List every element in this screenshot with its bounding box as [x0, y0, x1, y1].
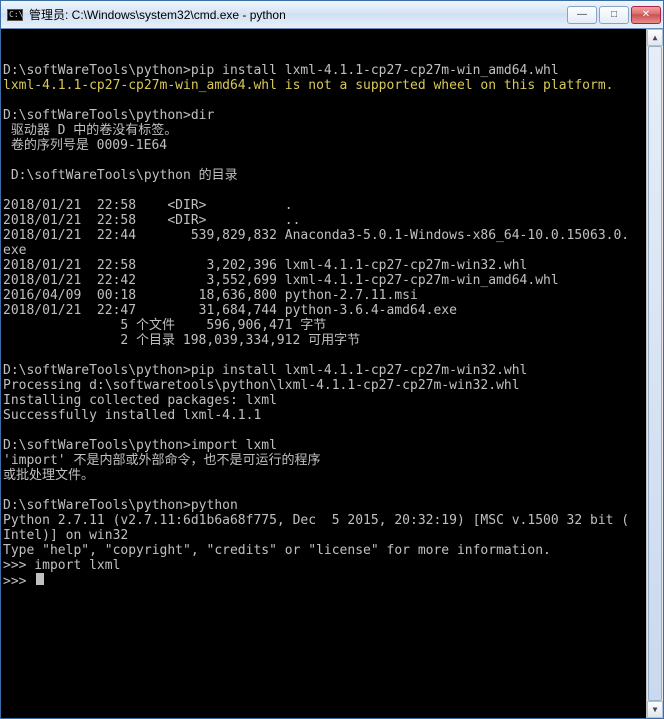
term-line: exe	[3, 243, 26, 258]
window-controls: — □ ✕	[567, 6, 661, 24]
scroll-up-button[interactable]: ▲	[647, 29, 663, 46]
scroll-track[interactable]	[647, 46, 663, 701]
term-line: D:\softWareTools\python>pip install lxml…	[3, 63, 559, 78]
term-line: Successfully installed lxml-4.1.1	[3, 408, 261, 423]
term-line: 驱动器 D 中的卷没有标签。	[3, 123, 177, 138]
term-line: Python 2.7.11 (v2.7.11:6d1b6a68f775, Dec…	[3, 513, 629, 528]
cmd-window: C:\ 管理员: C:\Windows\system32\cmd.exe - p…	[0, 0, 664, 719]
term-line: D:\softWareTools\python>import lxml	[3, 438, 277, 453]
terminal[interactable]: D:\softWareTools\python>pip install lxml…	[1, 29, 663, 718]
term-line: Processing d:\softwaretools\python\lxml-…	[3, 378, 520, 393]
cursor-icon	[36, 573, 44, 585]
close-button[interactable]: ✕	[631, 6, 661, 24]
prompt-line: >>>	[3, 574, 44, 589]
term-line: 2018/01/21 22:58 3,202,396 lxml-4.1.1-cp…	[3, 258, 527, 273]
term-line: D:\softWareTools\python 的目录	[3, 168, 238, 183]
term-line: 卷的序列号是 0009-1E64	[3, 138, 167, 153]
window-title: 管理员: C:\Windows\system32\cmd.exe - pytho…	[29, 6, 567, 23]
term-line: 2018/01/21 22:47 31,684,744 python-3.6.4…	[3, 303, 457, 318]
term-line: 'import' 不是内部或外部命令，也不是可运行的程序	[3, 453, 320, 468]
term-line: 2018/01/21 22:58 <DIR> ..	[3, 213, 300, 228]
term-line-error: lxml-4.1.1-cp27-cp27m-win_amd64.whl is n…	[3, 78, 613, 93]
term-line: Intel)] on win32	[3, 528, 128, 543]
term-line: 2018/01/21 22:44 539,829,832 Anaconda3-5…	[3, 228, 629, 243]
term-line: 或批处理文件。	[3, 468, 94, 483]
scroll-thumb[interactable]	[648, 46, 662, 701]
term-line: >>> import lxml	[3, 558, 120, 573]
minimize-button[interactable]: —	[567, 6, 597, 24]
vertical-scrollbar[interactable]: ▲ ▼	[646, 29, 663, 718]
maximize-button[interactable]: □	[599, 6, 629, 24]
scroll-down-button[interactable]: ▼	[647, 701, 663, 718]
term-line: Installing collected packages: lxml	[3, 393, 277, 408]
term-line: D:\softWareTools\python>pip install lxml…	[3, 363, 527, 378]
cmd-icon: C:\	[7, 9, 23, 21]
term-line: 2018/01/21 22:58 <DIR> .	[3, 198, 293, 213]
term-line: D:\softWareTools\python>dir	[3, 108, 214, 123]
term-line: D:\softWareTools\python>python	[3, 498, 238, 513]
term-line: 5 个文件 596,906,471 字节	[3, 318, 326, 333]
term-line: 2 个目录 198,039,334,912 可用字节	[3, 333, 360, 348]
term-line: 2016/04/09 00:18 18,636,800 python-2.7.1…	[3, 288, 418, 303]
titlebar[interactable]: C:\ 管理员: C:\Windows\system32\cmd.exe - p…	[1, 1, 663, 29]
term-line: Type "help", "copyright", "credits" or "…	[3, 543, 551, 558]
term-line: 2018/01/21 22:42 3,552,699 lxml-4.1.1-cp…	[3, 273, 559, 288]
